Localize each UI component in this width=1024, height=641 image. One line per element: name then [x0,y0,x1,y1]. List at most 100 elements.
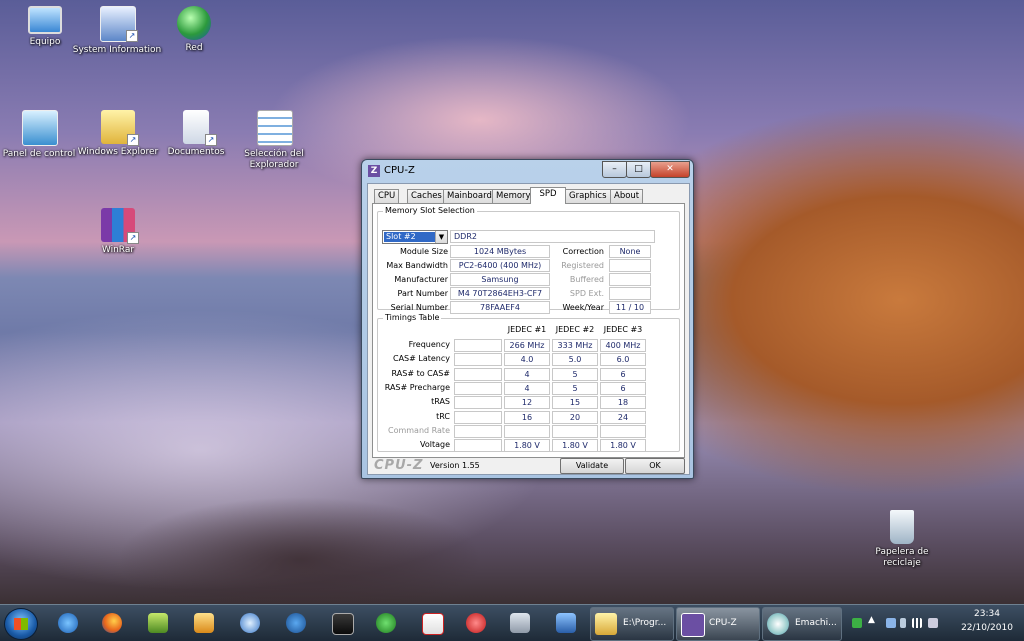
module-size-value: 1024 MBytes [450,245,550,258]
tvu-icon[interactable] [372,609,400,637]
timing-row-label: Frequency [408,340,450,349]
taskbar-button-cpuz[interactable]: CPU-Z [676,607,760,641]
firefox-icon[interactable] [98,609,126,637]
calculator-icon[interactable] [506,609,534,637]
acrobat-icon[interactable] [418,609,446,637]
cpuz-app-icon: Z [368,165,380,177]
terminal-icon[interactable] [328,609,356,637]
chevron-up-icon[interactable]: ▲ [868,615,875,625]
timing-value-cell: 1.80 V [600,439,646,453]
desktop-icon-panel-de-control[interactable]: Panel de control [0,110,84,160]
timing-value-cell: 18 [600,396,646,410]
battery-icon[interactable] [900,618,906,628]
close-button[interactable]: ✕ [650,161,690,178]
timing-row-label: CAS# Latency [392,354,450,364]
desktop-icon-red[interactable]: Red [149,6,239,54]
week-year-value: 11 / 10 [609,301,651,314]
security-check-icon[interactable] [852,618,862,628]
timing-value-cell: 20 [552,410,598,424]
timing-value-cell: 4 [504,381,550,395]
clock-date: 22/10/2010 [961,623,1013,633]
checklist-icon [257,110,293,146]
network-icon[interactable] [928,618,938,628]
timing-value-cell [504,424,550,438]
timing-value-cell: 15 [552,396,598,410]
network-tool-icon[interactable] [552,609,580,637]
week-year-label: Week/Year [562,303,604,312]
timing-empty-cell [454,424,502,438]
buffered-value [609,273,651,286]
manufacturer-value: Samsung [450,273,550,286]
recycle-bin-icon [890,510,914,544]
tab-mainboard[interactable]: Mainboard [443,189,496,203]
taskbar-button-label: E:\Progr... [623,618,667,628]
timing-value-cell: 16 [504,410,550,424]
spd-ext-label: SPD Ext. [569,289,604,298]
desktop-icon-winrar[interactable]: ↗ WinRar [73,208,163,256]
shortcut-arrow-icon: ↗ [127,134,139,146]
timing-empty-cell [454,439,502,453]
module-size-label: Module Size [399,247,448,256]
tab-caches[interactable]: Caches [407,189,446,203]
timing-value-cell: 12 [504,396,550,410]
clock-time: 23:34 [974,609,1000,619]
ie-icon[interactable] [54,609,82,637]
correction-label: Correction [562,247,604,256]
cpuz-window: Z CPU-Z – □ ✕ CPU Caches Mainboard Memor… [361,159,694,479]
power-icon[interactable] [462,609,490,637]
desktop-icon-label: Windows Explorer [77,147,159,157]
media-player-icon[interactable] [190,609,218,637]
desktop-icon-label: System Information [72,45,162,55]
buffered-label: Buffered [569,275,604,284]
chevron-down-icon[interactable]: ▼ [435,231,447,243]
messenger-icon[interactable] [236,609,264,637]
desktop-icon-windows-explorer[interactable]: ↗ Windows Explorer [73,110,163,158]
window-title: CPU-Z [384,165,415,176]
bs-icon[interactable] [282,609,310,637]
timing-value-cell: 333 MHz [552,339,598,352]
folder-icon [595,613,617,635]
speaker-icon[interactable] [886,618,896,628]
timing-column-header: JEDEC #3 [603,325,643,334]
serial-number-label: Serial Number [390,303,448,312]
clock[interactable]: 23:34 22/10/2010 [954,607,1020,635]
cpuz-icon [681,613,705,637]
wifi-signal-icon[interactable] [912,618,922,628]
part-number-label: Part Number [397,289,448,298]
timing-column-header: JEDEC #2 [555,325,595,334]
shortcut-arrow-icon: ↗ [126,30,138,42]
desktop-icon-seleccion-explorador[interactable]: Selección del Explorador [229,110,319,171]
validate-button[interactable]: Validate [560,458,624,474]
taskbar-button-explorer[interactable]: E:\Progr... [590,607,674,641]
start-button[interactable] [4,608,38,640]
minimize-button[interactable]: – [602,161,627,178]
slot-dropdown[interactable]: Slot #2 ▼ [382,230,448,244]
registered-value [609,259,651,272]
taskbar-button-paint[interactable]: Emachi... [762,607,842,641]
desktop-icon-label: Selección del Explorador [244,149,304,170]
tab-memory[interactable]: Memory [492,189,535,203]
paint-icon [767,613,789,635]
serial-number-value: 78FAAEF4 [450,301,550,314]
tool-icon[interactable] [144,609,172,637]
window-footer: CPU-Z Version 1.55 Validate OK [368,457,689,474]
tab-cpu[interactable]: CPU [374,189,400,203]
tab-spd[interactable]: SPD [530,187,566,204]
spd-panel: Memory Slot Selection Slot #2 ▼ DDR2 Mod… [372,203,685,458]
taskbar: E:\Progr... CPU-Z Emachi... ▲ 23:34 22/1… [0,604,1024,641]
tab-about[interactable]: About [610,189,644,203]
desktop-icon-label: Documentos [167,147,225,157]
maximize-button[interactable]: □ [626,161,651,178]
timing-value-cell: 6 [600,367,646,381]
computer-icon [28,6,62,34]
timing-row-label: tRC [436,411,450,421]
control-panel-icon [22,110,58,146]
desktop-icon-documentos[interactable]: ↗ Documentos [151,110,241,158]
memory-slot-group: Memory Slot Selection Slot #2 ▼ DDR2 Mod… [377,206,680,314]
timing-row-label: Voltage [419,440,450,450]
version-label: Version 1.55 [430,461,480,470]
desktop-icon-papelera[interactable]: Papelera de reciclaje [857,510,947,569]
ok-button[interactable]: OK [625,458,685,474]
tab-graphics[interactable]: Graphics [565,189,611,203]
window-titlebar[interactable]: Z CPU-Z – □ ✕ [362,160,693,182]
